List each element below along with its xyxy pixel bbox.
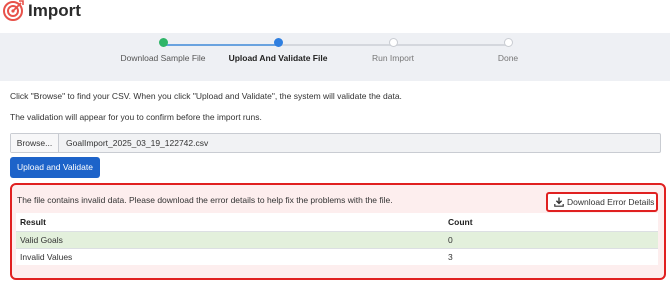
column-header-count: Count [448,216,473,227]
selected-file-name: GoalImport_2025_03_19_122742.csv [66,138,209,148]
step-pending-dot [503,38,513,47]
step-download-sample: Download Sample File [98,38,228,63]
result-cell: Invalid Values [16,247,444,265]
import-stepper: Download Sample File Upload And Validate… [0,33,670,81]
step-label: Run Import [371,53,415,63]
count-cell: 3 [444,247,658,265]
step-upload-validate: Upload And Validate File [213,38,343,63]
validation-result-box: The file contains invalid data. Please d… [10,183,666,280]
target-icon [3,0,24,21]
table-row: Valid Goals 0 [16,230,658,248]
step-run-import: Run Import [328,38,458,63]
browse-button[interactable]: Browse... [11,134,59,152]
step-complete-dot [158,38,168,47]
step-label: Download Sample File [120,53,206,63]
download-icon [554,197,564,207]
file-input[interactable]: Browse... GoalImport_2025_03_19_122742.c… [10,133,661,153]
upload-and-validate-button[interactable]: Upload and Validate [10,157,100,178]
download-button-label: Download Error Details [567,197,655,207]
page-header: Import [0,0,670,33]
error-message: The file contains invalid data. Please d… [17,195,393,205]
count-cell: 0 [444,230,658,248]
step-pending-dot [388,38,398,47]
table-row: Invalid Values 3 [16,247,658,265]
download-error-details-button[interactable]: Download Error Details [546,192,658,212]
validation-note: The validation will appear for you to co… [10,112,262,122]
result-cell: Valid Goals [16,230,444,248]
validation-table: Result Count Valid Goals 0 Invalid Value… [16,213,658,265]
page-title: Import [28,1,81,20]
step-label: Done [497,53,519,63]
step-done: Done [443,38,573,63]
table-header-row: Result Count [16,213,658,231]
instruction-text: Click "Browse" to find your CSV. When yo… [10,91,402,101]
step-label: Upload And Validate File [228,53,328,63]
column-header-result: Result [20,216,46,227]
step-active-dot [273,38,283,47]
